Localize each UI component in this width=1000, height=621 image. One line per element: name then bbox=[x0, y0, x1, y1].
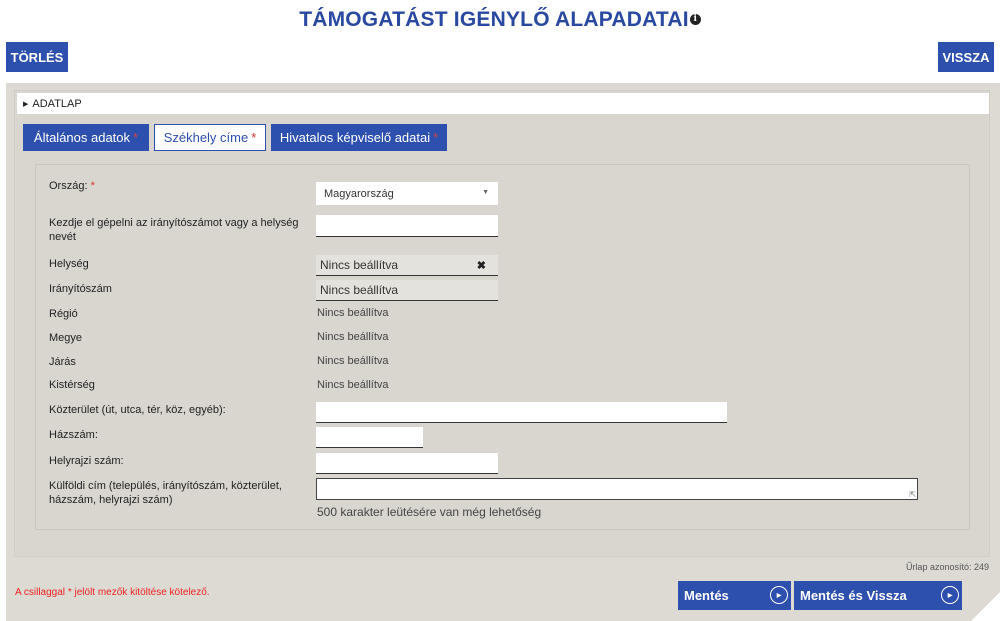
zip-value: Nincs beállítva bbox=[320, 283, 399, 297]
section-label: ADATLAP bbox=[32, 97, 82, 110]
required-marker: * bbox=[90, 180, 95, 192]
delete-button[interactable]: TÖRLÉS bbox=[6, 42, 68, 72]
save-button[interactable]: Mentés ▶ bbox=[678, 581, 791, 610]
subregion-label: Kistérség bbox=[49, 379, 95, 391]
form-id: Űrlap azonosító: 249 bbox=[905, 562, 989, 572]
save-and-back-label: Mentés és Vissza bbox=[800, 588, 907, 603]
foreign-address-textarea[interactable]: ⇱ bbox=[316, 478, 918, 500]
chevron-right-icon: ▶ bbox=[770, 586, 788, 604]
tab-official-representative[interactable]: Hivatalos képviselő adatai * bbox=[271, 124, 447, 151]
page-title: TÁMOGATÁST IGÉNYLŐ ALAPADATAI i bbox=[0, 8, 1000, 32]
required-marker: * bbox=[133, 130, 139, 145]
resize-handle-icon[interactable]: ⇱ bbox=[909, 491, 916, 499]
required-note: A csillaggal * jelölt mezők kitöltése kö… bbox=[15, 587, 210, 598]
locality-value: Nincs beállítva bbox=[320, 258, 399, 272]
house-number-input[interactable] bbox=[316, 427, 423, 448]
save-and-back-button[interactable]: Mentés és Vissza ▶ bbox=[794, 581, 962, 610]
parcel-number-label: Helyrajzi szám: bbox=[49, 455, 124, 467]
country-label-text: Ország: bbox=[49, 180, 88, 192]
required-marker: * bbox=[433, 130, 439, 145]
required-marker: * bbox=[251, 130, 257, 145]
required-note-pre: A csillaggal bbox=[15, 587, 68, 598]
house-number-label: Házszám: bbox=[49, 429, 98, 441]
page-title-text: TÁMOGATÁST IGÉNYLŐ ALAPADATAI bbox=[299, 8, 689, 31]
country-select-value: Magyarország bbox=[324, 187, 394, 200]
street-label: Közterület (út, utca, tér, köz, egyéb): bbox=[49, 404, 226, 416]
parcel-number-input[interactable] bbox=[316, 453, 498, 474]
chevron-down-icon: ▼ bbox=[482, 189, 489, 196]
tab-general-data[interactable]: Általános adatok * bbox=[23, 124, 149, 151]
street-input[interactable] bbox=[316, 402, 727, 423]
char-count-hint: 500 karakter leütésére van még lehetőség bbox=[317, 505, 542, 519]
locality-label: Helység bbox=[49, 258, 89, 270]
tab-label: Általános adatok bbox=[33, 130, 131, 145]
zip-search-label: Kezdje el gépelni az irányítószámot vagy… bbox=[49, 217, 299, 243]
zip-search-input[interactable] bbox=[316, 215, 498, 237]
tab-headquarters-address[interactable]: Székhely címe * bbox=[154, 124, 266, 151]
locality-field: Nincs beállítva ✖ bbox=[316, 255, 498, 276]
info-icon[interactable]: i bbox=[689, 14, 701, 25]
tab-label: Hivatalos képviselő adatai bbox=[279, 130, 431, 145]
county-value: Nincs beállítva bbox=[317, 331, 389, 343]
subregion-value: Nincs beállítva bbox=[317, 379, 389, 391]
region-label: Régió bbox=[49, 308, 78, 320]
district-value: Nincs beállítva bbox=[317, 355, 389, 367]
region-value: Nincs beállítva bbox=[317, 307, 389, 319]
zip-label: Irányítószám bbox=[49, 283, 112, 295]
page-corner bbox=[971, 592, 1000, 621]
caret-right-icon: ▶ bbox=[23, 100, 29, 108]
required-note-post: jelölt mezők kitöltése kötelező. bbox=[71, 587, 210, 598]
county-label: Megye bbox=[49, 332, 83, 344]
section-header-adatlap[interactable]: ▶ ADATLAP bbox=[17, 93, 989, 114]
district-label: Járás bbox=[49, 356, 76, 368]
country-select[interactable]: Magyarország ▼ bbox=[316, 182, 498, 205]
country-label: Ország: * bbox=[49, 179, 95, 193]
clear-icon[interactable]: ✖ bbox=[477, 259, 486, 272]
chevron-right-icon: ▶ bbox=[941, 586, 959, 604]
foreign-address-label: Külföldi cím (település, irányítószám, k… bbox=[49, 480, 282, 506]
zip-field: Nincs beállítva bbox=[316, 280, 498, 301]
tab-label: Székhely címe bbox=[163, 130, 249, 145]
save-button-label: Mentés bbox=[684, 588, 729, 603]
back-button[interactable]: VISSZA bbox=[938, 42, 994, 72]
